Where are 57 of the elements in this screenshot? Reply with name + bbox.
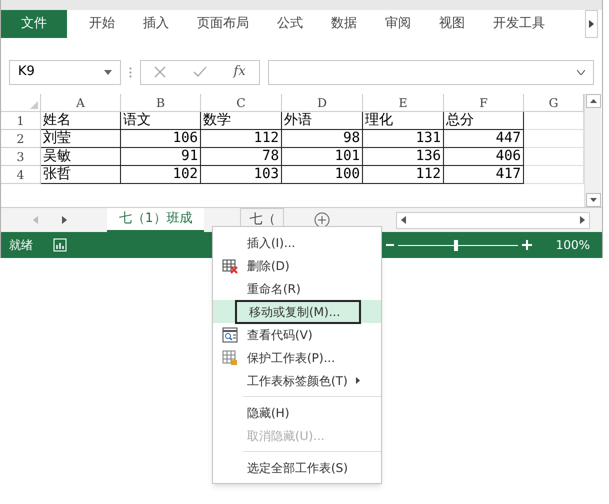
table-cell: 刘莹 bbox=[41, 130, 121, 148]
table-cell: 理化 bbox=[363, 112, 444, 130]
table-cell: 100 bbox=[282, 166, 363, 184]
table-cell: 112 bbox=[201, 130, 282, 148]
table-cell: 外语 bbox=[282, 112, 363, 130]
menu-item[interactable]: 查看代码(V) bbox=[213, 323, 381, 346]
ribbon-tab[interactable]: 插入 bbox=[129, 10, 183, 38]
table-cell: 417 bbox=[444, 166, 524, 184]
ribbon-tab[interactable]: 页面布局 bbox=[183, 10, 263, 38]
table-cell: 总分 bbox=[444, 112, 524, 130]
menu-item[interactable]: 隐藏(H) bbox=[213, 401, 381, 424]
menu-item[interactable]: 重命名(R) bbox=[213, 277, 381, 300]
column-header[interactable]: D bbox=[282, 94, 363, 111]
row-header[interactable]: 1 bbox=[1, 112, 41, 130]
ribbon-tab[interactable]: 数据 bbox=[317, 10, 371, 38]
zoom-level[interactable]: 100% bbox=[556, 236, 590, 254]
table-cell: 数学 bbox=[201, 112, 282, 130]
table-cell: 姓名 bbox=[41, 112, 121, 130]
ribbon-tab[interactable]: 审阅 bbox=[371, 10, 425, 38]
table-cell: 112 bbox=[363, 166, 444, 184]
table-cell: 131 bbox=[363, 130, 444, 148]
menu-item[interactable]: 插入(I)... bbox=[213, 231, 381, 254]
table-cell: 406 bbox=[444, 148, 524, 166]
table-cell: 78 bbox=[201, 148, 282, 166]
status-text: 就绪 bbox=[9, 237, 33, 254]
table-cell: 136 bbox=[363, 148, 444, 166]
ribbon-tab[interactable]: 开发工具 bbox=[479, 10, 559, 38]
name-box[interactable]: K9 bbox=[9, 60, 121, 84]
table-cell: 98 bbox=[282, 130, 363, 148]
column-header[interactable]: C bbox=[201, 94, 282, 111]
table-cell: 语文 bbox=[121, 112, 201, 130]
menu-item[interactable]: 保护工作表(P)... bbox=[213, 346, 381, 369]
table-cell: 101 bbox=[282, 148, 363, 166]
table-cell: 102 bbox=[121, 166, 201, 184]
table-cell: 张哲 bbox=[41, 166, 121, 184]
table-cell: 103 bbox=[201, 166, 282, 184]
table-cell: 447 bbox=[444, 130, 524, 148]
table-cell: 吴敏 bbox=[41, 148, 121, 166]
ribbon-tab[interactable]: 开始 bbox=[75, 10, 129, 38]
ribbon-tab[interactable]: 视图 bbox=[425, 10, 479, 38]
insert-function-button[interactable]: fx bbox=[234, 62, 246, 82]
menu-item[interactable]: 选定全部工作表(S) bbox=[213, 456, 381, 479]
row-header[interactable]: 2 bbox=[1, 130, 41, 148]
ribbon-tab[interactable]: 文件 bbox=[1, 10, 67, 38]
menu-item[interactable]: 移动或复制(M)... bbox=[213, 300, 381, 323]
table-cell: 91 bbox=[121, 148, 201, 166]
menu-item[interactable]: 工作表标签颜色(T) bbox=[213, 369, 381, 392]
ribbon-tab[interactable]: 公式 bbox=[263, 10, 317, 38]
table-cell: 106 bbox=[121, 130, 201, 148]
sheet-tab[interactable]: 七（1）班成 bbox=[107, 208, 204, 232]
column-header[interactable]: F bbox=[444, 94, 524, 111]
column-header[interactable]: A bbox=[41, 94, 121, 111]
menu-item[interactable]: 删除(D) bbox=[213, 254, 381, 277]
row-header[interactable]: 4 bbox=[1, 166, 41, 184]
column-header[interactable]: B bbox=[121, 94, 201, 111]
row-header[interactable]: 3 bbox=[1, 148, 41, 166]
column-header[interactable]: E bbox=[363, 94, 444, 111]
